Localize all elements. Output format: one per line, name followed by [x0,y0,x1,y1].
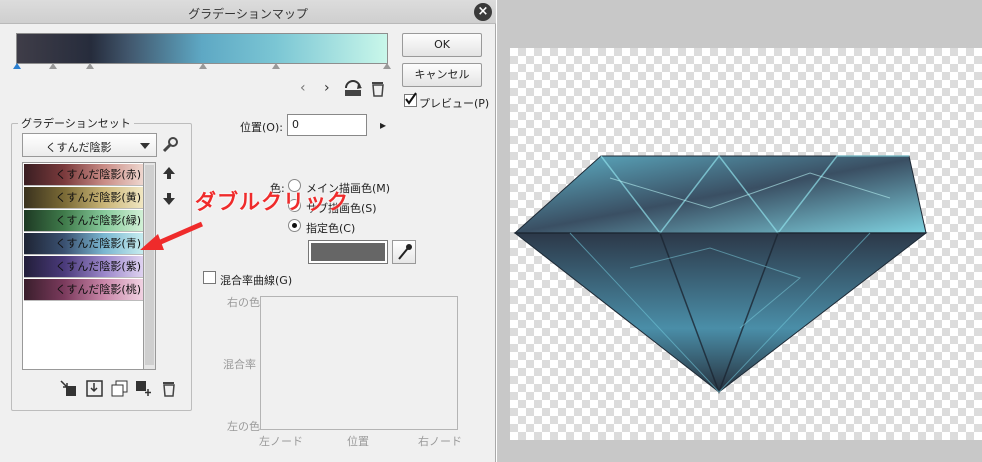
gradient-set-item[interactable]: くすんだ陰影(桃) [24,279,143,301]
curve-right-node-label: 右ノード [418,435,462,448]
curve-left-node-label: 左ノード [259,435,303,448]
gradient-set-item[interactable]: くすんだ陰影(緑) [24,210,143,232]
specified-color-swatch[interactable] [308,240,388,264]
cancel-button[interactable]: キャンセル [402,63,482,87]
gradient-set-selected: くすんだ陰影 [45,141,112,154]
blend-curve-graph[interactable] [260,296,458,430]
position-value: 0 [292,118,299,131]
delete-node-icon[interactable] [370,80,386,97]
diamond-artwork [513,154,928,395]
annotation-arrow-icon [140,221,203,250]
eyedropper-icon [398,244,412,260]
annotation-text: ダブルクリック [195,190,349,214]
gradient-set-title: グラデーションセット [18,115,134,131]
radio-specified-color-label: 指定色(C) [306,222,356,235]
gradient-set-item[interactable]: くすんだ陰影(紫) [24,256,143,278]
gradient-node[interactable] [49,63,57,69]
gradient-bar[interactable] [16,33,388,64]
blend-curve-label: 混合率曲線(G) [220,274,293,287]
eyedropper-button[interactable] [392,240,416,264]
gradient-map-dialog: グラデーションマップ × ‹ › OK キャンセル プレビュー(P) グラデーシ… [0,0,496,462]
blend-curve-checkbox[interactable] [203,271,216,284]
gradient-node[interactable] [383,63,391,69]
close-icon: × [477,4,489,19]
curve-position-label: 位置 [347,435,369,448]
scrollbar[interactable] [144,162,156,370]
position-label: 位置(O): [240,121,283,134]
curve-left-color-label: 左の色 [227,420,260,433]
curve-right-color-label: 右の色 [227,296,260,309]
next-node-button[interactable]: › [324,80,330,96]
gradient-node[interactable] [13,63,21,69]
radio-specified-color[interactable] [288,219,301,232]
gradient-set-item[interactable]: くすんだ陰影(青) [24,233,143,255]
trash-icon[interactable] [161,380,177,397]
preview-checkbox[interactable] [404,92,417,107]
move-up-icon[interactable] [162,166,176,180]
canvas-area [497,0,982,462]
gradient-set-dropdown[interactable]: くすんだ陰影 [22,133,157,157]
gradient-set-item[interactable]: くすんだ陰影(黄) [24,187,143,209]
duplicate-icon[interactable] [111,380,128,397]
reverse-gradient-icon[interactable] [343,78,365,98]
import-icon[interactable] [60,380,77,397]
wrench-icon[interactable] [161,136,179,154]
gradient-node[interactable] [272,63,280,69]
position-next-button[interactable]: ▸ [380,118,386,132]
gradient-node[interactable] [86,63,94,69]
title-bar[interactable]: グラデーションマップ × [0,0,496,24]
position-input[interactable]: 0 [287,114,367,136]
ok-button[interactable]: OK [402,33,482,57]
checkmark-icon [405,92,417,105]
gradient-set-item[interactable]: くすんだ陰影(赤) [24,164,143,186]
close-button[interactable]: × [474,3,492,21]
transparent-canvas[interactable] [510,48,982,440]
save-icon[interactable] [86,380,103,397]
chevron-down-icon [140,143,150,149]
add-set-icon[interactable] [135,380,152,397]
dialog-title: グラデーションマップ [188,7,308,21]
gradient-set-list[interactable]: くすんだ陰影(赤) くすんだ陰影(黄) くすんだ陰影(緑) くすんだ陰影(青) くすんだ… [22,162,144,370]
scroll-thumb[interactable] [145,165,154,365]
curve-blend-rate-label: 混合率 [223,358,256,371]
gradient-node[interactable] [199,63,207,69]
preview-label: プレビュー(P) [419,97,490,110]
prev-node-button[interactable]: ‹ [300,80,306,96]
move-down-icon[interactable] [162,192,176,206]
